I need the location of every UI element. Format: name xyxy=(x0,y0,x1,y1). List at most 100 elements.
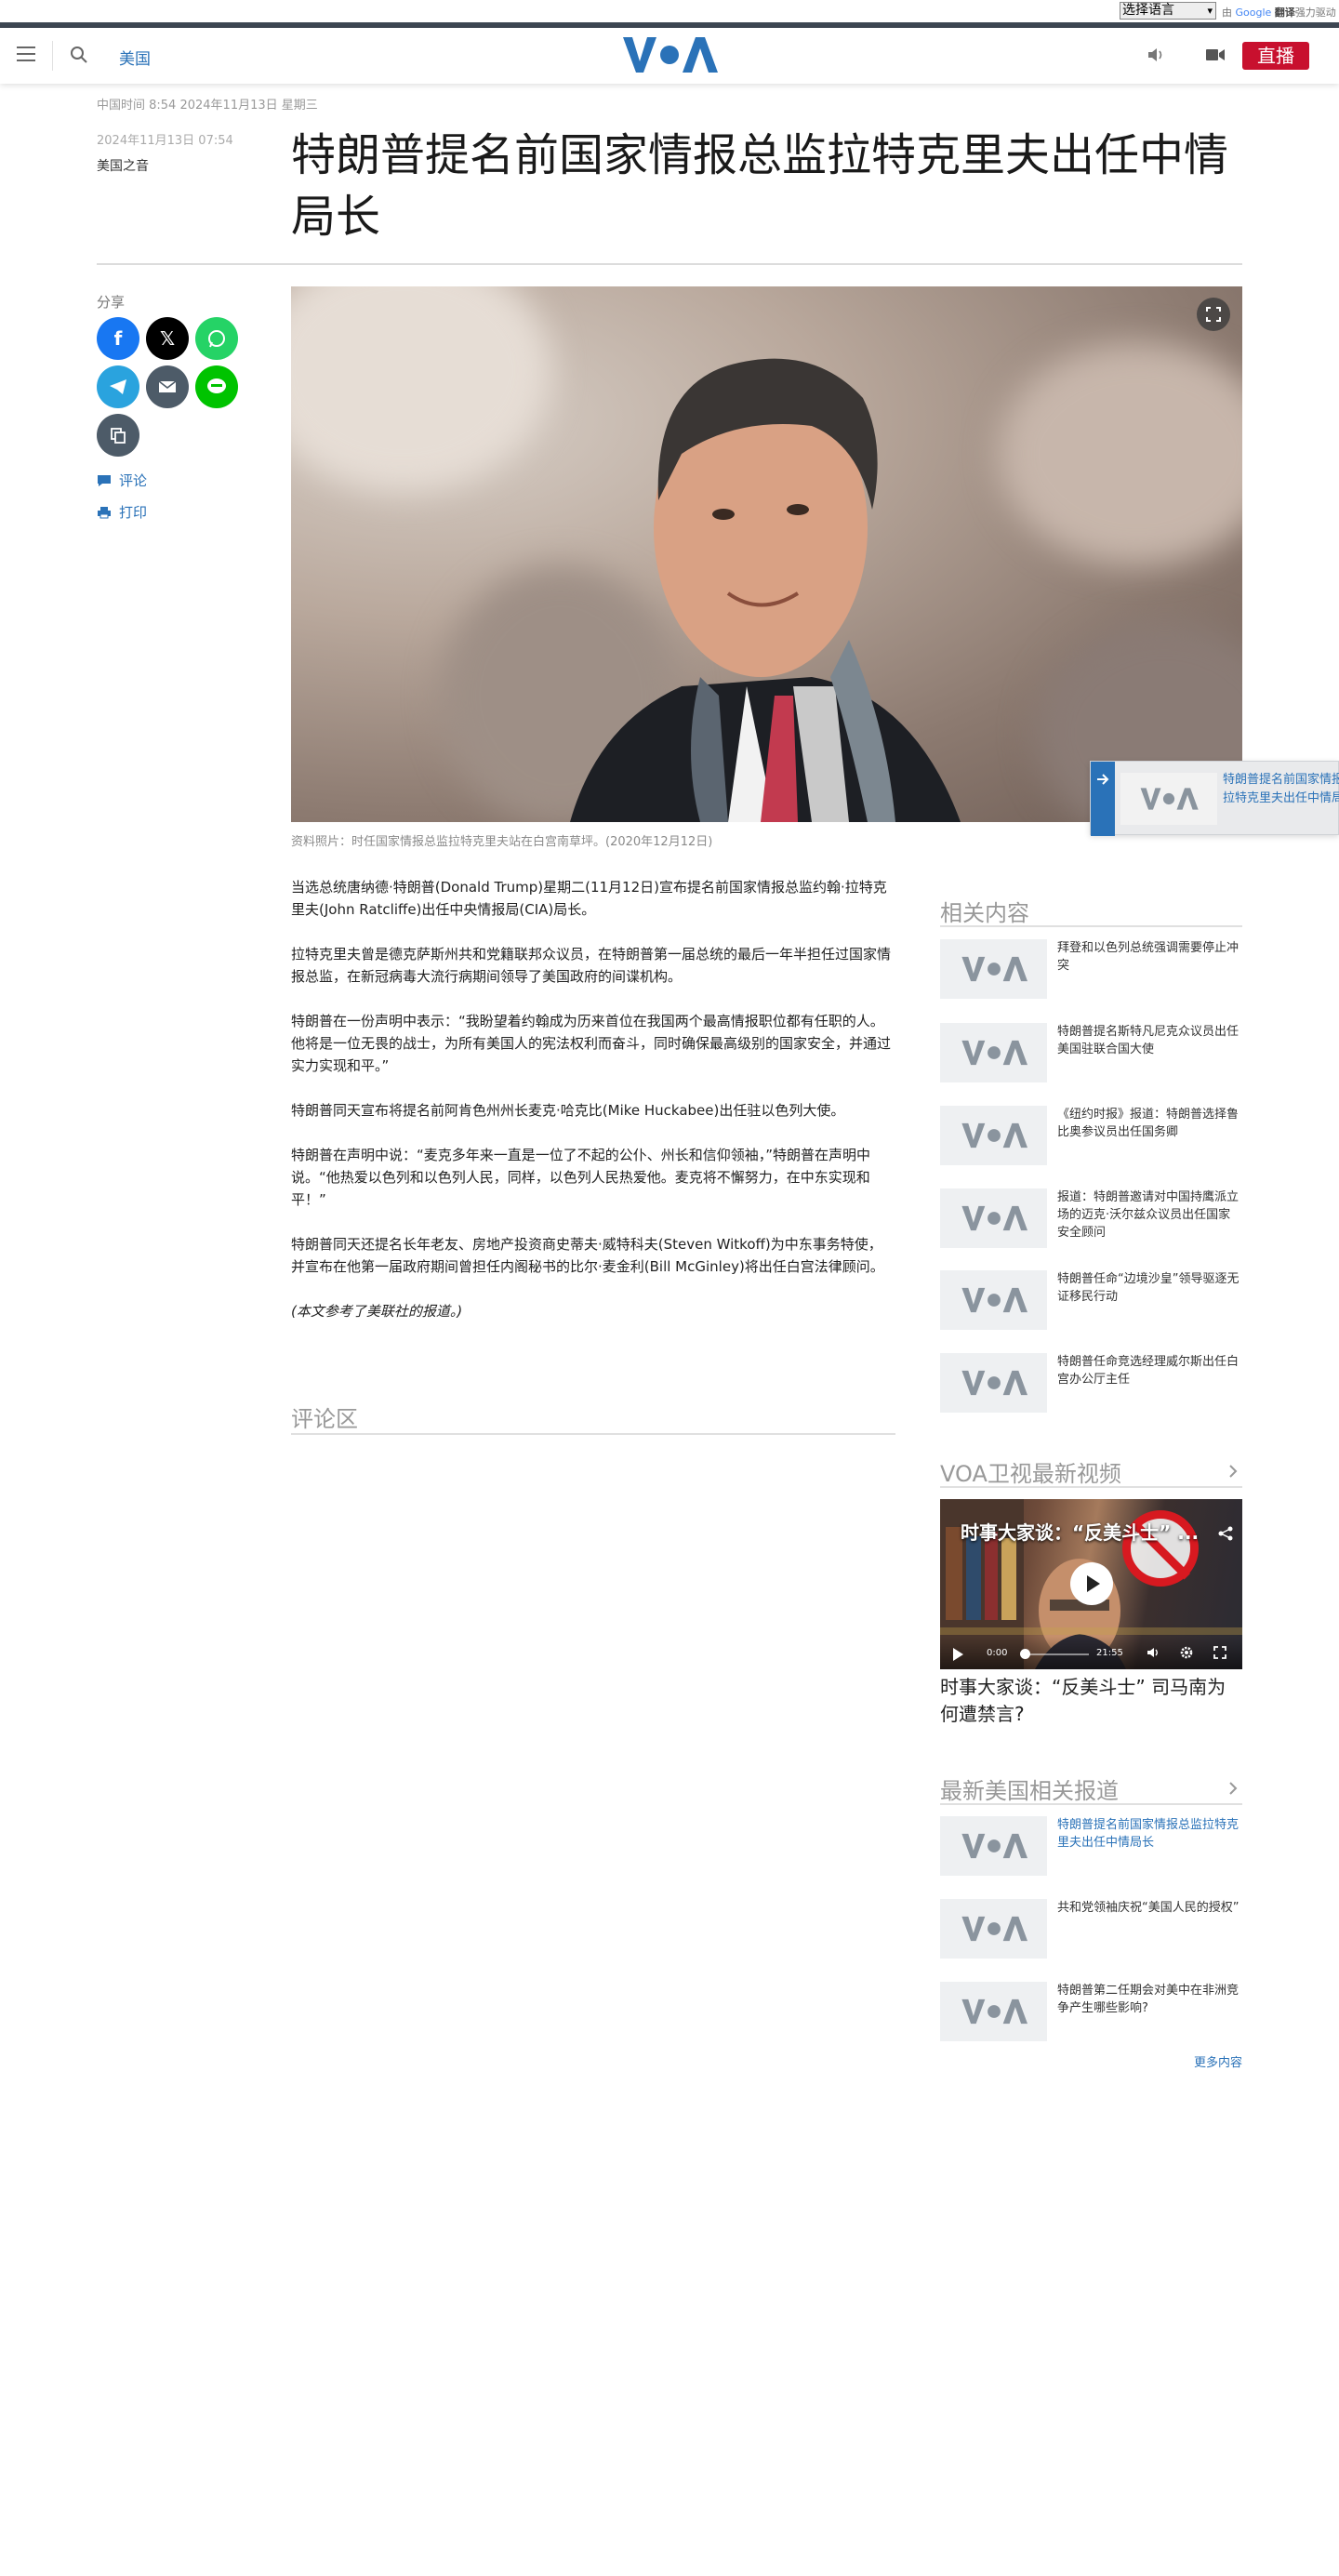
video-camera-icon[interactable] xyxy=(1205,46,1226,63)
chevron-right-icon[interactable] xyxy=(1226,1464,1240,1479)
video-caption[interactable]: 时事大家谈：“反美斗士” 司马南为何遭禁言? xyxy=(940,1674,1242,1728)
voa-logo-icon xyxy=(961,1370,1027,1396)
related-item-title: 《纽约时报》报道：特朗普选择鲁比奥参议员出任国务卿 xyxy=(1057,1108,1240,1139)
play-button[interactable] xyxy=(1070,1562,1113,1605)
latest-item-title: 共和党领袖庆祝“美国人民的授权” xyxy=(1057,1901,1240,1915)
related-thumbnail xyxy=(940,1353,1047,1413)
related-item-title: 拜登和以色列总统强调需要停止冲突 xyxy=(1057,941,1240,973)
copy-link-button[interactable] xyxy=(97,414,139,457)
expand-icon[interactable] xyxy=(1197,298,1230,331)
floating-mini-player[interactable]: 特朗普提名前国家情报总监拉 拉特克里夫出任中情局长 xyxy=(1090,761,1339,836)
line-icon xyxy=(207,378,226,393)
related-item[interactable]: 特朗普任命竞选经理威尔斯出任白宫办公厅主任 xyxy=(940,1353,1242,1413)
comments-divider xyxy=(291,1433,895,1435)
live-button[interactable]: 直播 xyxy=(1242,42,1309,70)
related-thumbnail xyxy=(940,1188,1047,1248)
latest-item-title: 特朗普提名前国家情报总监拉特克里夫出任中情局长 xyxy=(1057,1818,1240,1850)
latest-divider xyxy=(940,1803,1242,1805)
article-paragraph: 特朗普在声明中说：“麦克多年来一直是一位了不起的公仆、州长和信仰领袖，”特朗普在… xyxy=(291,1147,871,1208)
site-header: 美国 直播 xyxy=(0,28,1339,84)
author: 美国之音 xyxy=(97,159,149,174)
mini-player-thumbnail xyxy=(1120,773,1217,825)
print-link[interactable]: 打印 xyxy=(97,502,147,522)
x-share-button[interactable]: 𝕏 xyxy=(146,317,189,360)
duration: 21:55 xyxy=(1096,1648,1123,1658)
credit-powered: 强力驱动 xyxy=(1294,7,1336,19)
latest-title[interactable]: 最新美国相关报道 xyxy=(940,1773,1119,1805)
article-paragraph: 拉特克里夫曾是德克萨斯州共和党籍联邦众议员，在特朗普第一届总统的最后一年半担任过… xyxy=(291,946,892,985)
photo-caption: 资料照片：时任国家情报总监拉特克里夫站在白宫南草坪。(2020年12月12日) xyxy=(291,835,713,849)
related-item-title: 特朗普任命竞选经理威尔斯出任白宫办公厅主任 xyxy=(1057,1355,1240,1387)
telegram-share-button[interactable] xyxy=(97,365,139,408)
related-thumbnail xyxy=(940,1270,1047,1330)
latest-item[interactable]: 特朗普提名前国家情报总监拉特克里夫出任中情局长 xyxy=(940,1816,1242,1876)
comment-label: 评论 xyxy=(119,472,148,489)
voa-logo-icon xyxy=(961,1833,1027,1859)
hamburger-menu-icon[interactable] xyxy=(17,46,35,63)
email-share-button[interactable] xyxy=(146,365,189,408)
article-paragraph: 特朗普同天还提名长年老友、房地产投资商史蒂夫·威特科夫(Steven Witko… xyxy=(291,1236,884,1275)
volume-icon[interactable] xyxy=(1147,1646,1160,1659)
mini-player-line-2: 拉特克里夫出任中情局长 xyxy=(1223,791,1339,805)
voa-logo-icon xyxy=(961,1040,1027,1066)
telegram-icon xyxy=(110,379,126,394)
mini-player-title: 特朗普提名前国家情报总监拉 拉特克里夫出任中情局长 xyxy=(1223,771,1339,808)
print-label: 打印 xyxy=(119,504,148,521)
credit-by: 由 xyxy=(1222,7,1232,19)
audio-icon[interactable] xyxy=(1146,45,1168,65)
whatsapp-icon xyxy=(208,330,225,348)
current-time: 0:00 xyxy=(987,1648,1008,1658)
publish-date: 2024年11月13日 07:54 xyxy=(97,134,233,148)
email-icon xyxy=(158,380,177,392)
section-link-usa[interactable]: 美国 xyxy=(119,46,151,69)
related-item-title: 特朗普任命“边境沙皇”领导驱逐无证移民行动 xyxy=(1057,1272,1240,1304)
video-section-title[interactable]: VOA卫视最新视频 xyxy=(940,1455,1121,1488)
comment-icon xyxy=(98,474,111,486)
comments-title: 评论区 xyxy=(291,1406,358,1432)
more-content-link[interactable]: 更多内容 xyxy=(1194,2052,1242,2070)
voa-logo[interactable] xyxy=(621,33,718,76)
progress-knob[interactable] xyxy=(1020,1649,1030,1659)
share-icon[interactable] xyxy=(1217,1525,1234,1542)
mini-player-line-1: 特朗普提名前国家情报总监拉 xyxy=(1223,773,1339,787)
comment-link[interactable]: 评论 xyxy=(97,471,147,490)
voa-logo-icon xyxy=(961,956,1027,982)
line-share-button[interactable] xyxy=(195,365,238,408)
related-divider xyxy=(940,925,1242,927)
related-item[interactable]: 特朗普任命“边境沙皇”领导驱逐无证移民行动 xyxy=(940,1270,1242,1330)
fullscreen-icon[interactable] xyxy=(1213,1646,1226,1659)
article-paragraph: 特朗普同天宣布将提名前阿肯色州州长麦克·哈克比(Mike Huckabee)出任… xyxy=(291,1102,845,1119)
whatsapp-share-button[interactable] xyxy=(195,317,238,360)
latest-thumbnail xyxy=(940,1982,1047,2041)
facebook-share-button[interactable]: f xyxy=(97,317,139,360)
share-label: 分享 xyxy=(97,294,126,311)
latest-item[interactable]: 共和党领袖庆祝“美国人民的授权” xyxy=(940,1899,1242,1959)
related-item[interactable]: 报道：特朗普邀请对中国持鹰派立场的迈克·沃尔兹众议员出任国家安全顾问 xyxy=(940,1188,1242,1248)
latest-item-title: 特朗普第二任期会对美中在非洲竞争产生哪些影响? xyxy=(1057,1984,1240,2015)
header-divider xyxy=(52,41,53,71)
language-select[interactable]: 选择语言 ▾ xyxy=(1120,2,1216,20)
headline-divider xyxy=(97,263,1242,265)
search-icon[interactable] xyxy=(69,45,89,65)
video-player[interactable]: 时事大家谈：“反美斗士” ... 0:00 21:55 xyxy=(940,1499,1242,1669)
video-section-divider xyxy=(940,1486,1242,1488)
latest-item[interactable]: 特朗普第二任期会对美中在非洲竞争产生哪些影响? xyxy=(940,1982,1242,2041)
progress-track[interactable] xyxy=(1024,1653,1089,1655)
x-icon: 𝕏 xyxy=(159,327,176,350)
credit-translate: 翻译 xyxy=(1274,7,1295,19)
related-item[interactable]: 《纽约时报》报道：特朗普选择鲁比奥参议员出任国务卿 xyxy=(940,1106,1242,1165)
translate-bar: 选择语言 ▾ 由 Google 翻译强力驱动 xyxy=(0,0,1339,22)
related-title: 相关内容 xyxy=(940,900,1029,926)
related-item[interactable]: 拜登和以色列总统强调需要停止冲突 xyxy=(940,939,1242,999)
related-item[interactable]: 特朗普提名斯特凡尼克众议员出任美国驻联合国大使 xyxy=(940,1023,1242,1082)
play-icon[interactable] xyxy=(953,1648,963,1661)
latest-thumbnail xyxy=(940,1899,1047,1959)
latest-thumbnail xyxy=(940,1816,1047,1876)
article-body: 当选总统唐纳德·特朗普(Donald Trump)星期二(11月12日)宣布提名… xyxy=(291,876,895,1345)
google-logo: Google xyxy=(1235,7,1272,19)
chevron-right-icon[interactable] xyxy=(1226,1781,1240,1796)
google-translate-credit[interactable]: 由 Google 翻译强力驱动 xyxy=(1222,5,1336,20)
arrow-right-icon[interactable] xyxy=(1096,773,1109,786)
hero-photo xyxy=(291,286,1242,822)
settings-gear-icon[interactable] xyxy=(1180,1646,1193,1659)
